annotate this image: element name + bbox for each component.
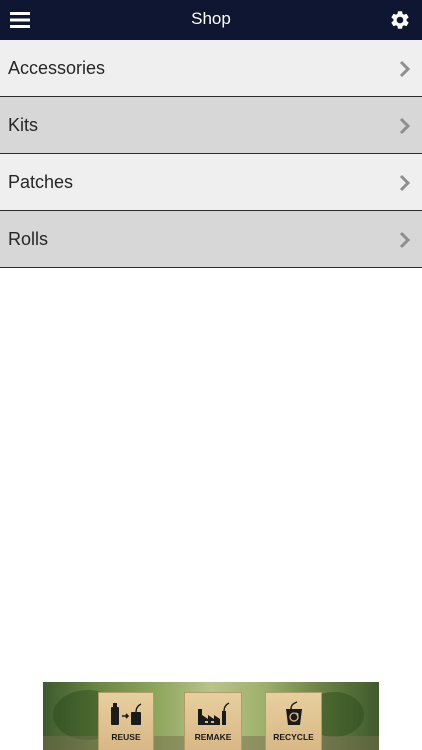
remake-label: REMAKE (194, 732, 232, 742)
category-label: Kits (8, 115, 39, 135)
category-label: Rolls (8, 229, 49, 249)
chevron-right-icon (399, 174, 411, 192)
category-list: Accessories Kits Patches Rolls (0, 40, 422, 268)
category-item-rolls[interactable]: Rolls (0, 211, 422, 268)
page-title: Shop (191, 9, 231, 28)
gear-icon[interactable] (389, 9, 411, 31)
chevron-right-icon (399, 60, 411, 78)
ad-banner[interactable]: REUSE REMAKE RECYCLE (43, 682, 379, 750)
chevron-right-icon (399, 117, 411, 135)
reuse-label: REUSE (111, 732, 141, 742)
remake-block: REMAKE (184, 692, 242, 750)
app-header: Shop (0, 0, 422, 40)
recycle-bin-icon (266, 701, 321, 727)
reuse-block: REUSE (98, 692, 154, 750)
category-item-patches[interactable]: Patches (0, 154, 422, 211)
category-item-accessories[interactable]: Accessories (0, 40, 422, 97)
bottle-jar-icon (99, 701, 153, 727)
chevron-right-icon (399, 231, 411, 249)
factory-icon (185, 701, 241, 727)
category-item-kits[interactable]: Kits (0, 97, 422, 154)
recycle-block: RECYCLE (265, 692, 322, 750)
category-label: Accessories (8, 58, 106, 78)
category-label: Patches (8, 172, 74, 192)
recycle-label: RECYCLE (273, 732, 314, 742)
hamburger-menu-icon[interactable] (10, 11, 30, 29)
